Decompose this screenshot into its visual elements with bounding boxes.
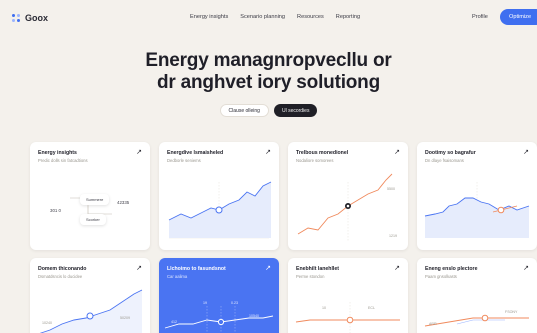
highlight-point bbox=[346, 316, 354, 324]
card-emissions[interactable]: Enebhilt lanehllet Perme stondon ↗ 10 EC… bbox=[288, 258, 408, 333]
tick-label: 1219 bbox=[389, 234, 397, 238]
line-chart bbox=[164, 306, 274, 333]
hero-title-line-2: dr anghvet iory solutiong bbox=[156, 72, 380, 93]
tick-label: 412 bbox=[171, 320, 177, 324]
nav-link-scenario-planning[interactable]: Scenario planning bbox=[240, 14, 285, 20]
card-daily-bar[interactable]: Dootimy so bagrafur Dn dlaye fsaisomans … bbox=[417, 142, 537, 250]
series-line-orange bbox=[424, 317, 529, 327]
tick-label: ECL bbox=[368, 306, 375, 310]
hero-pill-primary[interactable]: Clause olleing bbox=[219, 104, 269, 117]
tick-label: 10 bbox=[322, 306, 326, 310]
hero-title-line-1: Energy managnropvecllu or bbox=[145, 50, 392, 71]
tick-label: 19 bbox=[203, 301, 207, 305]
card-load-forecast[interactable]: Llchoimo to fasundsnot Car aalima ↗ 19 0… bbox=[159, 258, 279, 333]
card-demand[interactable]: Domem thiconando Dsmatdsncis lo ducidee … bbox=[30, 258, 150, 333]
logo-text: Goox bbox=[25, 13, 49, 23]
highlight-point bbox=[497, 206, 505, 214]
highlight-point bbox=[217, 318, 225, 326]
highlight-point bbox=[86, 312, 94, 320]
hero-title: Energy managnropvecllu or dr anghvet ior… bbox=[0, 50, 537, 94]
tick-label: ARR bbox=[429, 322, 437, 326]
optimize-button[interactable]: Optimize bbox=[500, 9, 537, 25]
tick-label: 10240 bbox=[42, 321, 52, 325]
highlight-point bbox=[481, 314, 489, 322]
hero-pill-row: Clause olleing Ul secordies bbox=[0, 104, 537, 117]
card-energy-plan[interactable]: Eneng enslo plectore Paam gnsolkasts ↗ A… bbox=[417, 258, 537, 333]
nav-links: Energy insights Scenario planning Resour… bbox=[190, 14, 360, 20]
nav-link-reporting[interactable]: Reporting bbox=[336, 14, 360, 20]
line-chart bbox=[168, 181, 272, 239]
stat-left: 301 0 bbox=[50, 208, 61, 213]
line-chart bbox=[295, 302, 400, 333]
line-chart bbox=[424, 182, 530, 238]
logo-icon bbox=[12, 13, 21, 23]
tick-label: 50209 bbox=[120, 316, 130, 320]
tag-summary[interactable]: Summere bbox=[80, 194, 110, 205]
tag-scorker[interactable]: Scorker bbox=[80, 214, 106, 225]
top-nav: Goox Energy insights Scenario planning R… bbox=[0, 0, 537, 36]
card-trend-red[interactable]: Trelbous monedionel Nodaliore somorees ↗… bbox=[288, 142, 408, 250]
tick-label: FSONY bbox=[505, 310, 518, 314]
tick-label: 0.23 bbox=[231, 301, 238, 305]
stat-right: 42335 bbox=[117, 200, 130, 205]
card-energy-insights[interactable]: Energy insights Predic dolls sin fatcadt… bbox=[30, 142, 150, 250]
nav-link-resources[interactable]: Resources bbox=[297, 14, 324, 20]
nav-link-energy-insights[interactable]: Energy insights bbox=[190, 14, 228, 20]
series-line-orange bbox=[297, 173, 393, 235]
series-line bbox=[456, 319, 505, 325]
tick-label: 5500 bbox=[387, 187, 395, 191]
highlight-point bbox=[215, 206, 223, 214]
profile-link[interactable]: Profile bbox=[472, 14, 488, 20]
hero-pill-secondary[interactable]: Ul secordies bbox=[273, 104, 318, 117]
logo[interactable]: Goox bbox=[12, 13, 48, 23]
card-energy-line[interactable]: Energdive lsmaisheled Dedborle seniems ↗ bbox=[159, 142, 279, 250]
tick-label: 10540 bbox=[249, 314, 259, 318]
